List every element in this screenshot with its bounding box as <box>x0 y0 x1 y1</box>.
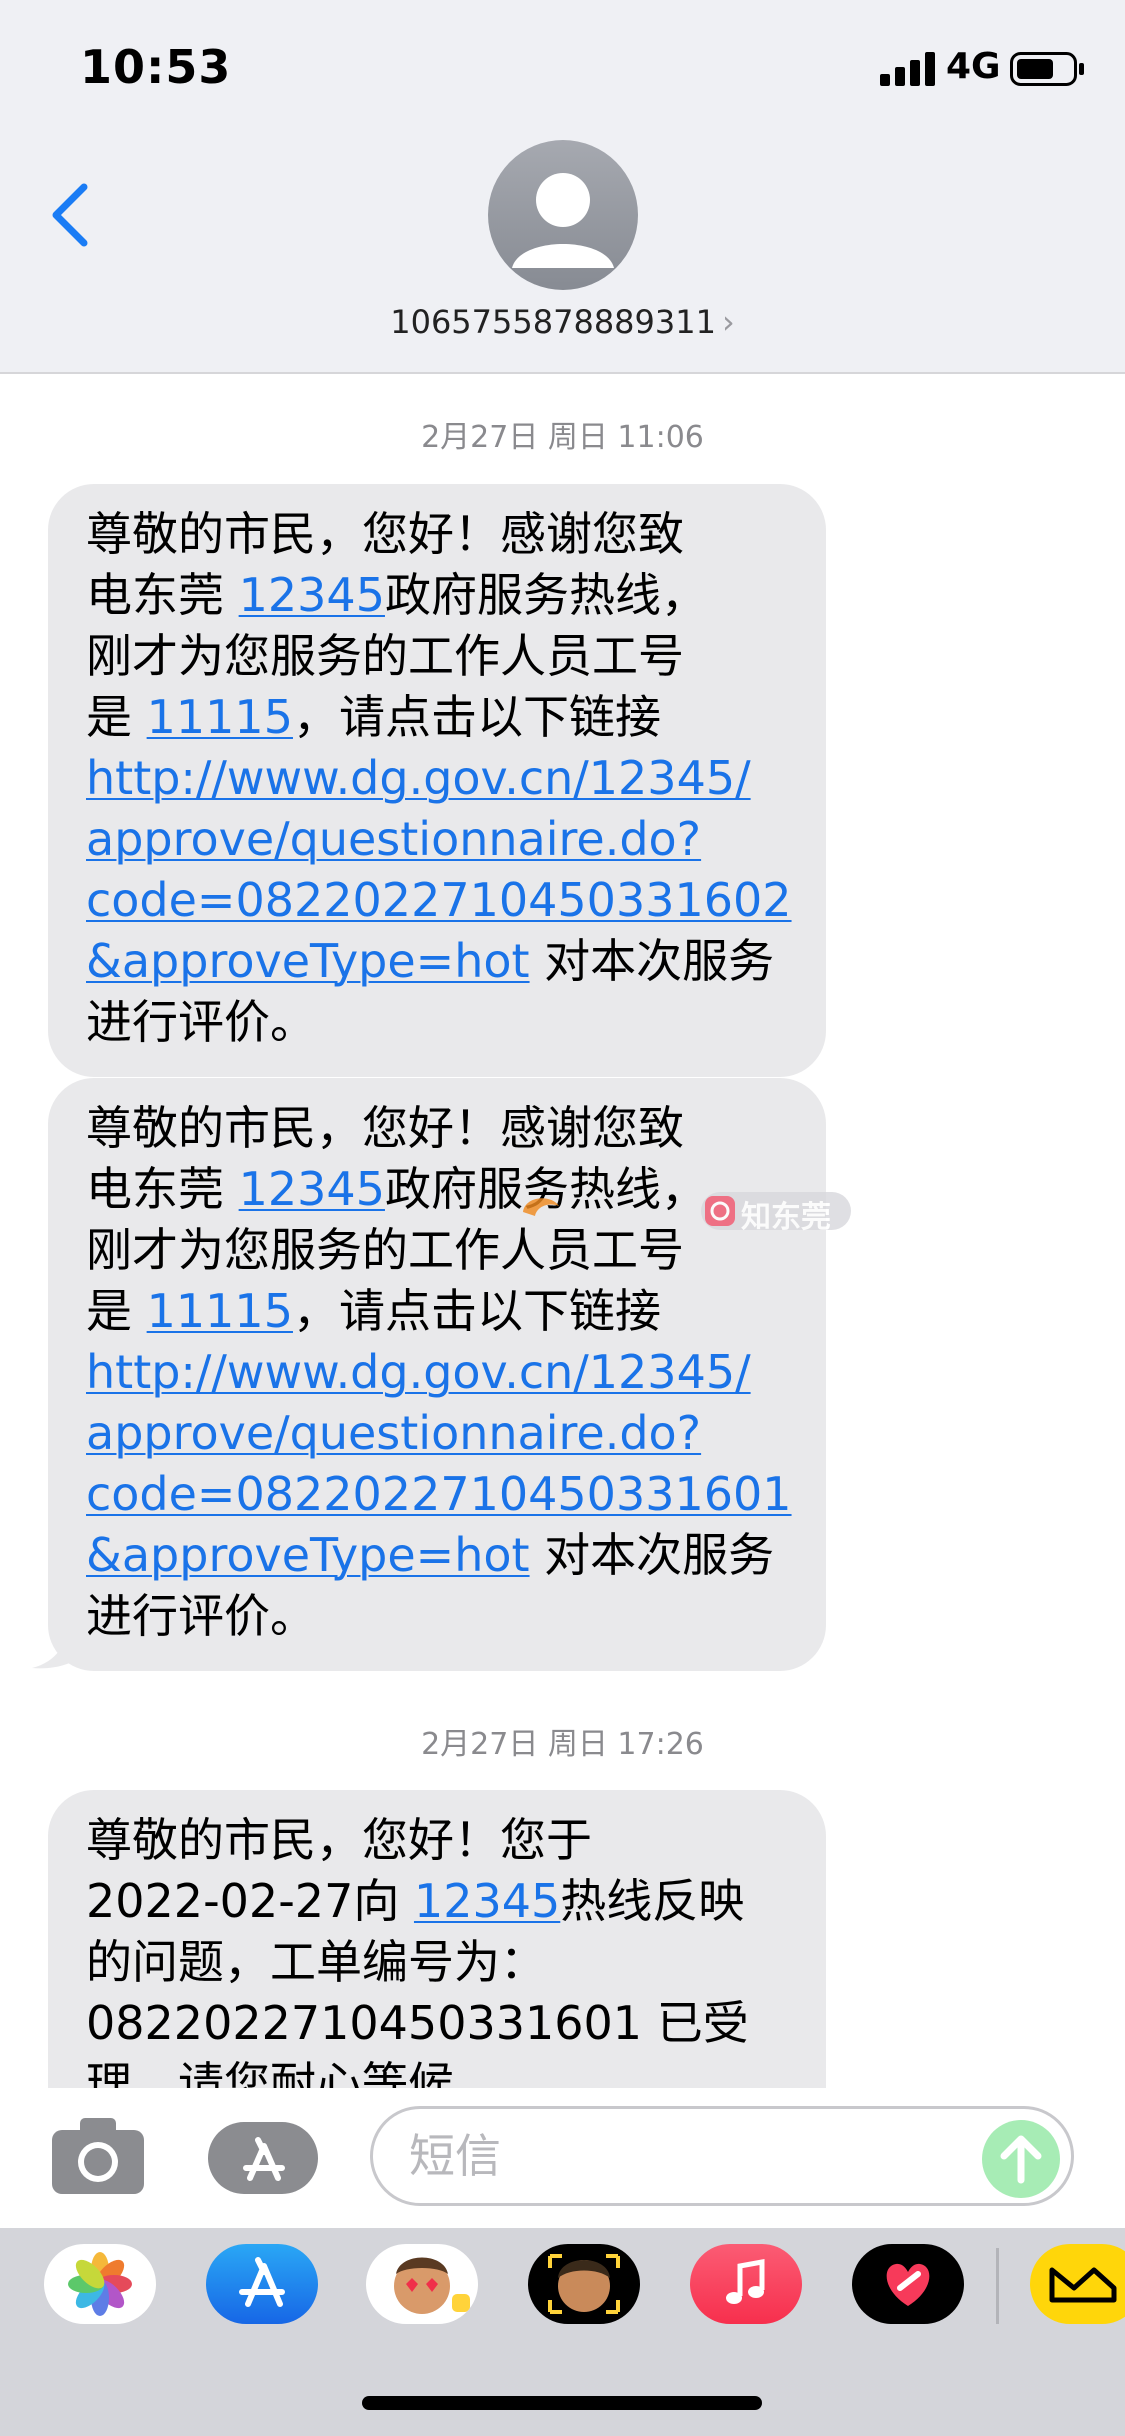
message-text: 刚才为您服务的工作人员工号 <box>86 629 684 683</box>
message-text: ，请点击以下链接 <box>292 1284 661 1338</box>
memoji-app-icon[interactable] <box>366 2244 478 2324</box>
app-store-icon <box>243 2137 285 2181</box>
message-text: 进行评价。 <box>86 995 316 1049</box>
message-text: 是 <box>86 1284 147 1338</box>
message-text: 的问题，工单编号为： <box>86 1935 546 1989</box>
message-link[interactable]: 12345 <box>414 1874 560 1928</box>
message-line: 尊敬的市民，您好！感谢您致 <box>86 504 790 565</box>
back-chevron-icon[interactable] <box>40 175 100 255</box>
send-button[interactable] <box>982 2120 1060 2198</box>
message-line: 电东莞 12345政府服务热线， <box>86 565 790 626</box>
message-text: 尊敬的市民，您好！感谢您致 <box>86 507 684 561</box>
message-link[interactable]: &approveType=hot <box>86 934 530 988</box>
message-line: code=0822022710450331601 <box>86 1464 792 1525</box>
contact-name[interactable]: 1065755878889311 › <box>0 303 1125 341</box>
message-link[interactable]: 12345 <box>239 568 385 622</box>
wallet-app-icon[interactable] <box>1030 2244 1125 2324</box>
tray-divider <box>996 2248 999 2324</box>
message-bubble: 尊敬的市民，您好！感谢您致 电东莞 12345政府服务热线， 刚才为您服务的工作人员… <box>48 1078 826 1671</box>
cellular-signal-icon <box>880 52 935 86</box>
message-text: 热线反映 <box>560 1874 745 1928</box>
conversation-header: 10:53 4G 1065755878889311 › <box>0 0 1125 374</box>
message-line: 尊敬的市民，您好！您于 <box>86 1810 790 1871</box>
message-text: 进行评价。 <box>86 1589 316 1643</box>
app-store-button[interactable] <box>208 2122 318 2194</box>
message-bubble: 尊敬的市民，您好！您于 2022-02-27向 12345热线反映 的问题，工单编号… <box>48 1790 826 2100</box>
message-bubble: 尊敬的市民，您好！感谢您致 电东莞 12345政府服务热线， 刚才为您服务的工作人员… <box>48 484 826 1077</box>
message-text: 政府服务热线， <box>384 568 707 622</box>
music-app-icon[interactable] <box>690 2244 802 2324</box>
message-link[interactable]: 11115 <box>147 1284 293 1338</box>
message-text: 尊敬的市民，您好！您于 <box>86 1813 592 1867</box>
message-line: 进行评价。 <box>86 1586 790 1647</box>
message-text: ，请点击以下链接 <box>292 690 661 744</box>
message-text: 对本次服务 <box>529 1528 775 1582</box>
arrow-up-icon <box>1000 2135 1042 2184</box>
message-input[interactable]: 短信 <box>370 2106 1074 2206</box>
photos-app-icon[interactable] <box>44 2244 156 2324</box>
message-line: 尊敬的市民，您好！感谢您致 <box>86 1098 790 1159</box>
message-text: 电东莞 <box>86 1162 239 1216</box>
home-indicator <box>362 2396 762 2410</box>
message-line: 进行评价。 <box>86 992 790 1053</box>
message-line: &approveType=hot 对本次服务 <box>86 1525 790 1586</box>
message-link[interactable]: http://www.dg.gov.cn/12345/ <box>86 1345 751 1399</box>
fitness-app-icon[interactable] <box>852 2244 964 2324</box>
message-text: 0822022710450331601 已受 <box>86 1996 749 2050</box>
message-link[interactable]: 12345 <box>239 1162 385 1216</box>
message-line: approve/questionnaire.do? <box>86 1403 790 1464</box>
person-icon <box>512 173 614 268</box>
message-line: code=0822022710450331602 <box>86 870 792 931</box>
message-line: 是 11115，请点击以下链接 <box>86 1281 790 1342</box>
message-link[interactable]: 11115 <box>147 690 293 744</box>
animoji-app-icon[interactable] <box>528 2244 640 2324</box>
chevron-right-icon: › <box>721 303 735 341</box>
message-line: 0822022710450331601 已受 <box>86 1993 790 2054</box>
message-link[interactable]: approve/questionnaire.do? <box>86 1406 701 1460</box>
message-line: http://www.dg.gov.cn/12345/ <box>86 1342 790 1403</box>
message-line: 刚才为您服务的工作人员工号 <box>86 626 790 687</box>
message-line: 2022-02-27向 12345热线反映 <box>86 1871 790 1932</box>
message-link[interactable]: approve/questionnaire.do? <box>86 812 701 866</box>
message-timestamp: 2月27日 周日 11:06 <box>421 420 704 455</box>
message-text: 是 <box>86 690 147 744</box>
message-link[interactable]: http://www.dg.gov.cn/12345/ <box>86 751 751 805</box>
message-link[interactable]: code=0822022710450331602 <box>86 873 792 927</box>
message-text: 对本次服务 <box>529 934 775 988</box>
app-store-app-icon[interactable] <box>206 2244 318 2324</box>
message-line: approve/questionnaire.do? <box>86 809 790 870</box>
message-text: 2022-02-27向 <box>86 1874 414 1928</box>
contact-avatar[interactable] <box>488 140 638 290</box>
bubble-tail <box>32 1622 88 1669</box>
message-link[interactable]: code=0822022710450331601 <box>86 1467 792 1521</box>
battery-icon <box>1010 52 1084 86</box>
camera-icon[interactable] <box>52 2118 144 2194</box>
message-timestamp: 2月27日 周日 17:26 <box>421 1727 704 1762</box>
message-text: 尊敬的市民，您好！感谢您致 <box>86 1101 684 1155</box>
message-line: 的问题，工单编号为： <box>86 1932 790 1993</box>
message-link[interactable]: &approveType=hot <box>86 1528 530 1582</box>
message-line: &approveType=hot 对本次服务 <box>86 931 790 992</box>
watermark: 知东莞 <box>515 1190 855 1235</box>
watermark-text: 知东莞 <box>741 1200 831 1235</box>
message-line: 是 11115，请点击以下链接 <box>86 687 790 748</box>
message-line: http://www.dg.gov.cn/12345/ <box>86 748 790 809</box>
network-type: 4G <box>946 46 1001 87</box>
message-text: 电东莞 <box>86 568 239 622</box>
status-time: 10:53 <box>80 40 232 94</box>
